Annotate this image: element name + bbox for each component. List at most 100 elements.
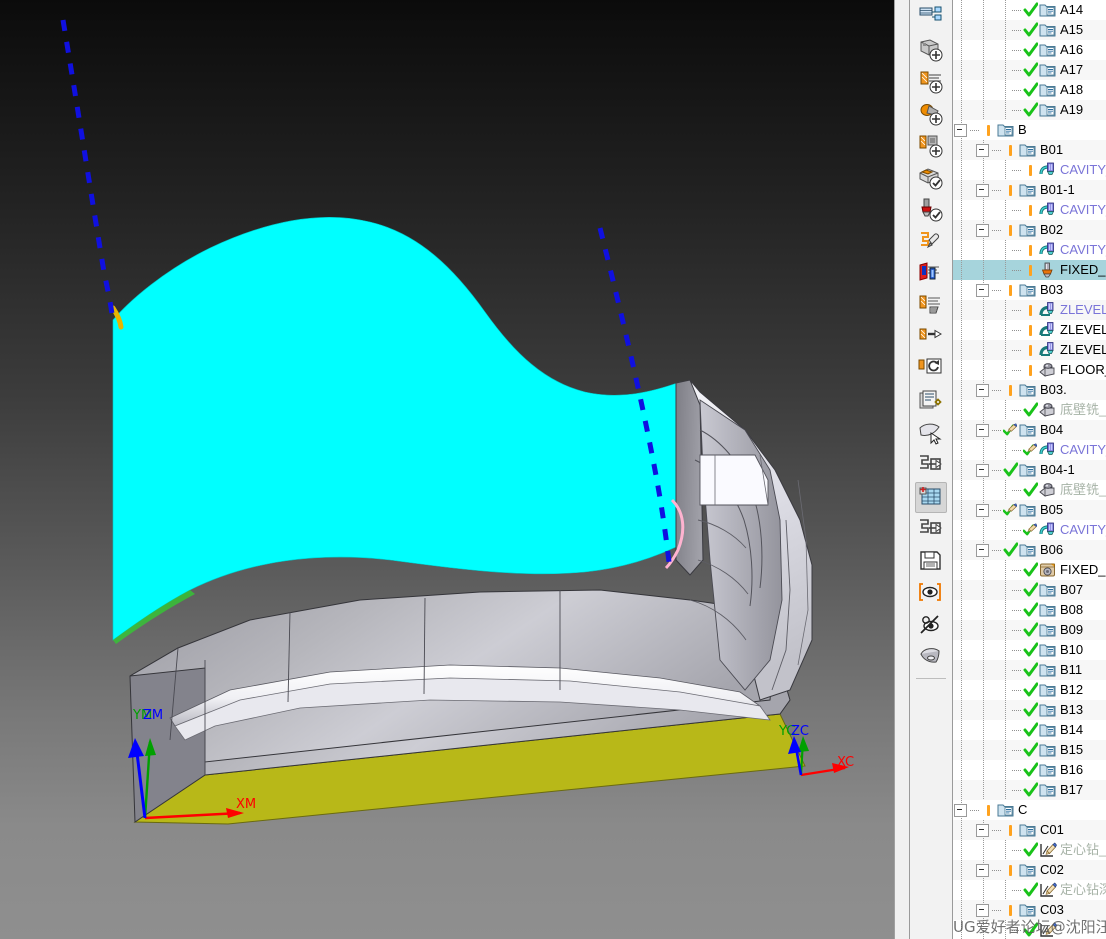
tree-row[interactable]: B10 [953, 640, 1106, 660]
tree-row[interactable]: CAVITY_MILL [953, 200, 1106, 220]
output-clsf-icon[interactable] [915, 482, 947, 513]
collapse-toggle-icon[interactable] [976, 223, 989, 237]
tree-row[interactable]: FIXED_CONTOUR [953, 260, 1106, 280]
tree-row[interactable]: B15 [953, 740, 1106, 760]
collapse-toggle-icon[interactable] [976, 503, 989, 517]
collapse-toggle-icon[interactable] [954, 803, 967, 817]
show-icon[interactable] [915, 578, 947, 609]
tree-row[interactable]: ZLEVEL_PROFILE [953, 300, 1106, 320]
collapse-toggle-icon[interactable] [976, 423, 989, 437]
collapse-toggle-icon[interactable] [976, 543, 989, 557]
create-workpiece-icon[interactable] [915, 34, 947, 65]
tree-row[interactable]: B06 [953, 540, 1106, 560]
cam-toolbar[interactable] [909, 0, 953, 939]
tree-row[interactable]: B04 [953, 420, 1106, 440]
tree-row[interactable]: B11 [953, 660, 1106, 680]
tree-row[interactable]: B07 [953, 580, 1106, 600]
graphics-viewport[interactable]: XM YM ZM XC YC ZC [0, 0, 894, 939]
tree-row[interactable]: B01-1 [953, 180, 1106, 200]
regenerate-icon[interactable] [915, 354, 947, 385]
cut-levels-icon[interactable] [915, 290, 947, 321]
tree-row[interactable]: A19 [953, 100, 1106, 120]
tree-row[interactable]: B [953, 120, 1106, 140]
group-icon [1039, 2, 1057, 18]
tree-row[interactable]: C01 [953, 820, 1106, 840]
tree-row[interactable]: CAVITY_MILL [953, 160, 1106, 180]
tree-row[interactable]: CAVITY_MILL [953, 440, 1106, 460]
tree-connector [1012, 409, 1021, 411]
edit-toolpath-icon[interactable] [915, 226, 947, 257]
viewport-scrollbar[interactable] [894, 0, 909, 939]
verify-toolpath-icon[interactable] [915, 194, 947, 225]
save-icon[interactable] [915, 546, 947, 577]
tree-row[interactable]: B01 [953, 140, 1106, 160]
create-operation-icon[interactable] [915, 66, 947, 97]
surface-select-icon[interactable] [915, 418, 947, 449]
tree-row[interactable]: B02 [953, 220, 1106, 240]
tree-row[interactable]: B14 [953, 720, 1106, 740]
tree-row[interactable]: 定心钻深孔_1 [953, 880, 1106, 900]
tree-row[interactable]: A17 [953, 60, 1106, 80]
shop-documentation-icon[interactable] [915, 386, 947, 417]
collapse-toggle-icon[interactable] [976, 283, 989, 297]
export-list-icon[interactable] [915, 514, 947, 545]
tree-row[interactable]: A16 [953, 40, 1106, 60]
simulate-machine-icon[interactable] [915, 258, 947, 289]
tree-row[interactable]: B12 [953, 680, 1106, 700]
hide-icon[interactable] [915, 610, 947, 641]
tree-item-label: C03 [1040, 902, 1064, 917]
tree-row[interactable]: B05 [953, 500, 1106, 520]
tree-row[interactable]: FIXED_GUID [953, 560, 1106, 580]
collapse-toggle-icon[interactable] [976, 463, 989, 477]
create-method-icon[interactable] [915, 130, 947, 161]
tree-row[interactable]: B17 [953, 780, 1106, 800]
tree-row[interactable] [953, 920, 1106, 939]
collapse-toggle-icon[interactable] [976, 823, 989, 837]
axis-label-xm: XM [236, 797, 256, 812]
tree-row[interactable]: ZLEVEL_PROFILE [953, 340, 1106, 360]
tree-row[interactable]: C [953, 800, 1106, 820]
post-process-icon[interactable] [915, 450, 947, 481]
tree-row[interactable]: CAVITY_MILL [953, 520, 1106, 540]
tree-row[interactable]: B08 [953, 600, 1106, 620]
highlighted-drive-surface [112, 217, 691, 644]
collapse-toggle-icon[interactable] [976, 383, 989, 397]
tree-connector [1012, 529, 1021, 531]
group-icon [1039, 662, 1057, 678]
collapse-toggle-icon[interactable] [954, 123, 967, 137]
tree-row[interactable]: C03 [953, 900, 1106, 920]
tree-row[interactable]: A18 [953, 80, 1106, 100]
collapse-toggle-icon[interactable] [976, 183, 989, 197]
tree-row[interactable]: CAVITY_MILL [953, 240, 1106, 260]
generate-toolpath-icon[interactable] [915, 162, 947, 193]
tree-row[interactable]: ZLEVEL_PROFILE [953, 320, 1106, 340]
tree-row[interactable]: B09 [953, 620, 1106, 640]
tree-row[interactable]: B16 [953, 760, 1106, 780]
collapse-toggle-icon[interactable] [976, 863, 989, 877]
tree-row[interactable]: B13 [953, 700, 1106, 720]
tree-row[interactable]: B03 [953, 280, 1106, 300]
create-geometry-icon[interactable] [915, 2, 947, 33]
tree-row[interactable]: A14 [953, 0, 1106, 20]
tree-row[interactable]: A15 [953, 20, 1106, 40]
status-edited-icon [1023, 442, 1038, 458]
tree-rows-container[interactable]: A14 A15 A16 A17 A18 A19 B B01 CAVITY_MILL B01-1 CA… [953, 0, 1106, 939]
transform-path-icon[interactable] [915, 322, 947, 353]
tree-row[interactable]: FLOOR_WALL [953, 360, 1106, 380]
display-tool-icon[interactable] [915, 642, 947, 673]
tree-row[interactable]: B04-1 [953, 460, 1106, 480]
tree-row[interactable]: 定心钻_1 [953, 840, 1106, 860]
collapse-toggle-icon[interactable] [976, 143, 989, 157]
operation-navigator-tree[interactable]: A14 A15 A16 A17 A18 A19 B B01 CAVITY_MILL B01-1 CA… [953, 0, 1106, 939]
create-tool-icon[interactable] [915, 98, 947, 129]
axis-label-zm: ZM [143, 708, 163, 723]
tree-row[interactable]: B03. [953, 380, 1106, 400]
tree-connector [992, 869, 1001, 871]
collapse-toggle-icon[interactable] [976, 903, 989, 917]
tree-row[interactable]: C02 [953, 860, 1106, 880]
tree-row[interactable]: 底壁铣_2_1 [953, 480, 1106, 500]
status-complete-icon [1023, 642, 1038, 658]
tree-row[interactable]: 底壁铣_2 [953, 400, 1106, 420]
